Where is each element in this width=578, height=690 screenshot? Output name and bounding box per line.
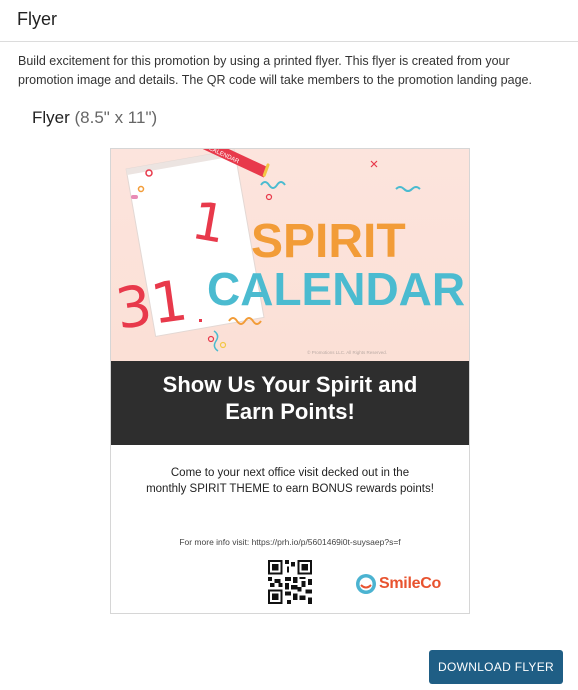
logo-text: SmileCo xyxy=(379,575,441,592)
more-info-link-text: For more info visit: https://prh.io/p/56… xyxy=(179,537,401,547)
panel-header: Flyer xyxy=(0,0,578,42)
flyer-hero-image: CALENDAR 1 31 SPIRIT CALENDAR © Promotio… xyxy=(111,149,469,361)
download-flyer-button[interactable]: DOWNLOAD FLYER xyxy=(429,650,563,684)
qr-code-icon xyxy=(268,560,312,604)
banner-line2: Earn Points! xyxy=(225,399,355,424)
calendar-number: 31 xyxy=(112,268,192,342)
panel-title: Flyer xyxy=(17,9,57,29)
promo-line2: monthly SPIRIT THEME to earn BONUS rewar… xyxy=(146,483,434,495)
hero-title-line2: CALENDAR xyxy=(207,263,465,315)
copyright-text: © Promotions LLC. All Rights Reserved. xyxy=(307,350,387,355)
flyer-label: Flyer xyxy=(32,108,70,127)
promo-text: Come to your next office visit decked ou… xyxy=(121,465,459,497)
flyer-size: (8.5" x 11") xyxy=(74,108,158,127)
banner-line1: Show Us Your Spirit and xyxy=(162,372,418,397)
smileco-logo: SmileCo xyxy=(355,573,441,595)
flyer-heading: Flyer (8.5" x 11") xyxy=(32,108,157,128)
spirit-calendar-illustration: CALENDAR 1 31 SPIRIT CALENDAR xyxy=(112,149,465,352)
flyer-preview: CALENDAR 1 31 SPIRIT CALENDAR © Promotio… xyxy=(110,148,470,614)
promo-line1: Come to your next office visit decked ou… xyxy=(170,467,410,479)
hero-title-line1: SPIRIT xyxy=(251,215,406,268)
flyer-description: Build excitement for this promotion by u… xyxy=(18,54,532,87)
flyer-banner: Show Us Your Spirit and Earn Points! xyxy=(111,361,469,445)
smile-logo-icon xyxy=(356,574,376,594)
